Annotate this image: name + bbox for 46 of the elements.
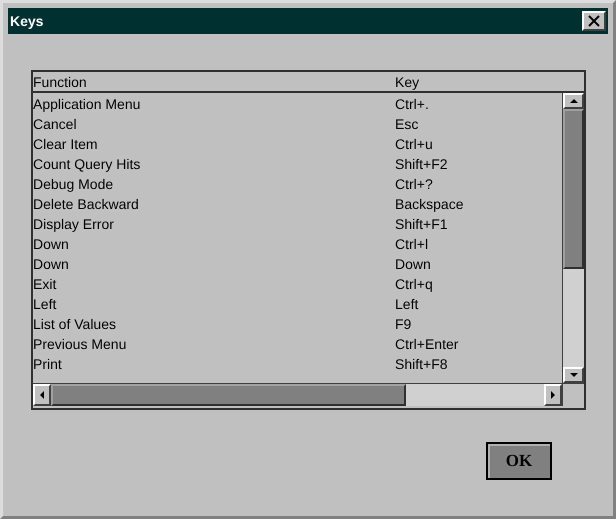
table-cell-text: Previous Menu — [33, 335, 128, 353]
table-cell-text: Cancel — [33, 115, 78, 133]
scroll-thumb[interactable] — [51, 384, 406, 406]
down-arrow-icon — [570, 373, 578, 377]
table-cell-text: Application Menu — [33, 95, 142, 113]
table-cell: Esc — [395, 115, 418, 133]
table-cell: Backspace — [395, 195, 464, 213]
scroll-up-button[interactable] — [563, 93, 584, 109]
table-cell-text: Count Query Hits — [33, 155, 142, 173]
table-cell: Ctrl+u — [395, 135, 433, 153]
column-header: Key — [395, 73, 420, 91]
table-cell-text: Delete Backward — [33, 195, 140, 213]
close-icon — [588, 15, 600, 27]
table-cell-text: Print — [33, 355, 63, 373]
window-title: Keys — [10, 12, 44, 31]
left-arrow-icon — [40, 391, 44, 399]
ok-button[interactable]: OK — [486, 442, 552, 480]
table-cell: Ctrl+l — [395, 235, 428, 253]
table-cell: Left — [395, 295, 418, 313]
horizontal-scrollbar[interactable] — [33, 383, 562, 406]
table-cell: Shift+F2 — [395, 155, 448, 173]
vertical-scrollbar[interactable] — [562, 93, 584, 383]
table-cell: Ctrl+Enter — [395, 335, 458, 353]
close-button[interactable] — [582, 11, 606, 31]
table-cell: Down — [395, 255, 431, 273]
table-cell-text: List of Values — [33, 315, 118, 333]
table-cell-text: Down — [33, 255, 70, 273]
table-cell-text: Display Error — [33, 215, 115, 233]
scroll-right-button[interactable] — [544, 384, 562, 406]
scroll-down-button[interactable] — [563, 367, 584, 383]
column-header: Function — [33, 73, 88, 91]
table-cell-text: Exit — [33, 275, 58, 293]
right-arrow-icon — [551, 391, 555, 399]
scroll-left-button[interactable] — [33, 384, 51, 406]
scroll-thumb[interactable] — [563, 109, 584, 269]
table-cell: Ctrl+. — [395, 95, 429, 113]
table-cell: Ctrl+q — [395, 275, 433, 293]
table-cell: Shift+F8 — [395, 355, 448, 373]
table-cell: F9 — [395, 315, 412, 333]
up-arrow-icon — [570, 99, 578, 103]
table-cell-text: Down — [33, 235, 70, 253]
table-cell-text: Left — [33, 295, 58, 313]
table-cell: Shift+F1 — [395, 215, 448, 233]
table-cell: Ctrl+? — [395, 175, 433, 193]
table-cell-text: Debug Mode — [33, 175, 114, 193]
table-cell-text: Clear Item — [33, 135, 99, 153]
